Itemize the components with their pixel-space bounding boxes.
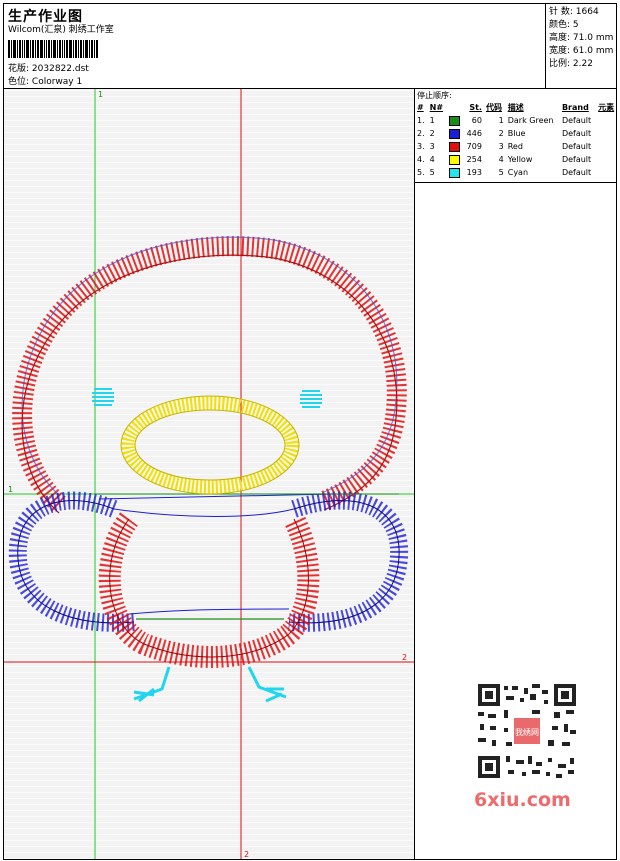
- colorway-label: 色位: Colorway 1: [8, 77, 83, 87]
- guide-label-h2: 2: [402, 653, 407, 662]
- design-canvas[interactable]: 1 1 2 2: [3, 88, 415, 860]
- design-file-name: 2032822.dst: [31, 64, 89, 74]
- color-row: 2. 2 446 2 Blue Default: [417, 128, 592, 139]
- stat-width: 宽度: 61.0 mm: [549, 46, 614, 56]
- color-row: 5. 5 193 5 Cyan Default: [417, 167, 592, 178]
- studio-label: Wilcom(汇泉) 刺绣工作室: [8, 25, 114, 35]
- color-row: 3. 3 709 3 Red Default: [417, 141, 592, 152]
- stat-colors: 颜色: 5: [549, 20, 579, 30]
- embroidery-preview: 1 1 2 2: [4, 89, 414, 859]
- stop-sequence-panel: 停止顺序: # N# St. 代码 描述 Brand 元素 1. 1 60 1 D…: [414, 88, 617, 183]
- cyan-feet: [133, 666, 287, 703]
- stat-height: 高度: 71.0 mm: [549, 33, 614, 43]
- color-swatch: [448, 167, 460, 178]
- color-table: # N# St. 代码 描述 Brand 元素 1. 1 60 1 Dark Gr…: [415, 101, 618, 179]
- stats-panel: 针 数: 1664 颜色: 5 高度: 71.0 mm 宽度: 61.0 mm …: [545, 3, 617, 89]
- yellow-beak: [120, 395, 300, 495]
- red-body-outline: [98, 512, 320, 668]
- guide-label-v1: 1: [98, 90, 103, 99]
- qr-code: 我绣网: [470, 680, 582, 783]
- header-left: 生产作业图 Wilcom(汇泉) 刺绣工作室 花版: 2032822.dst 色…: [3, 3, 546, 89]
- colorway-value: Colorway 1: [31, 77, 83, 87]
- color-swatch: [448, 128, 460, 139]
- stat-stitches: 针 数: 1664: [549, 7, 599, 17]
- color-swatch: [448, 115, 460, 126]
- stat-scale: 比例: 2.22: [549, 59, 593, 69]
- red-head-outline: [12, 236, 407, 514]
- blue-connector: [98, 493, 335, 615]
- color-row: 4. 4 254 4 Yellow Default: [417, 154, 592, 165]
- guide-label-h1: 1: [8, 485, 13, 494]
- design-label: 花版: 2032822.dst: [8, 64, 89, 74]
- qr-code-graphic: 我绣网: [470, 680, 582, 783]
- guide-label-v2: 2: [244, 850, 249, 859]
- color-row: 1. 1 60 1 Dark Green Default: [417, 115, 592, 126]
- page-title: 生产作业图: [8, 9, 83, 25]
- color-swatch: [448, 154, 460, 165]
- color-swatch: [448, 141, 460, 152]
- color-table-header: # N# St. 代码 描述 Brand 元素: [417, 103, 615, 112]
- site-logo: 6xiu.com: [474, 789, 571, 811]
- barcode: [8, 40, 99, 58]
- qr-stamp-text: 我绣网: [515, 727, 539, 737]
- stop-sequence-title: 停止顺序:: [417, 91, 452, 100]
